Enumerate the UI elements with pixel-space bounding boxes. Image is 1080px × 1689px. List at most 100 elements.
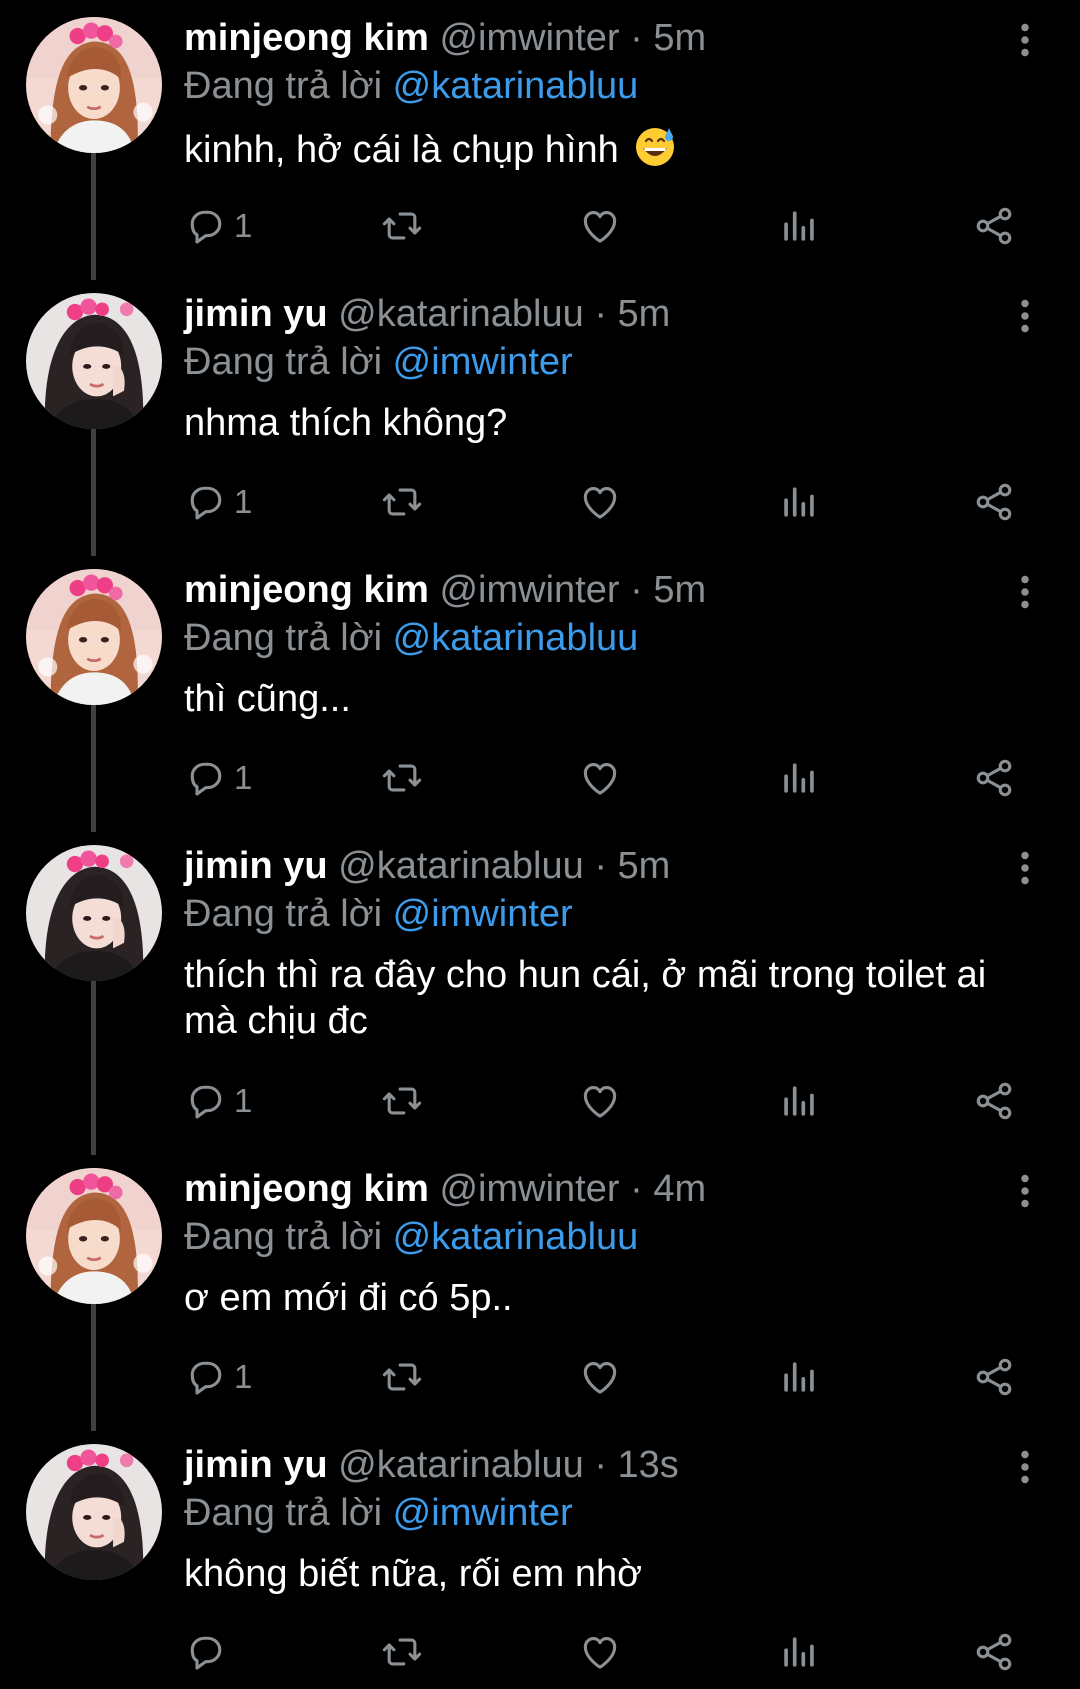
timestamp[interactable]: 13s [618,1444,679,1486]
more-options-icon[interactable] [1010,848,1040,888]
handle[interactable]: @imwinter [439,1168,619,1210]
thread-connector-line [91,150,96,280]
avatar[interactable] [26,1168,162,1304]
separator-dot: · [594,1444,607,1486]
avatar[interactable] [26,569,162,705]
jimin-avatar [26,293,162,429]
mention-link[interactable]: @imwinter [393,1492,573,1534]
tweet-header: minjeong kim @imwinter · 5m [184,566,706,614]
avatar[interactable] [26,293,162,429]
like-button[interactable] [578,477,622,527]
tweet-text-line: mà chịu đc [184,1000,368,1042]
timestamp[interactable]: 5m [618,293,671,335]
tweet-text-line: thích thì ra đây cho hun cái, ở mãi tron… [184,954,987,996]
share-button[interactable] [972,1627,1016,1677]
more-options-icon[interactable] [1010,20,1040,60]
reply-button[interactable]: 1 [184,477,252,527]
mention-link[interactable]: @imwinter [393,341,573,383]
avatar[interactable] [26,845,162,981]
tweet-header: minjeong kim @imwinter · 4m [184,1165,706,1213]
avatar[interactable] [26,1444,162,1580]
timestamp[interactable]: 5m [618,845,671,887]
bar-chart-icon [776,756,820,800]
mention-link[interactable]: @katarinabluu [393,617,639,659]
timestamp[interactable]: 4m [653,1168,706,1210]
views-button[interactable] [776,753,820,803]
display-name[interactable]: minjeong kim [184,1168,429,1210]
thread-connector-line [91,426,96,556]
display-name[interactable]: minjeong kim [184,569,429,611]
minjeong-avatar [26,17,162,153]
more-options-icon[interactable] [1010,572,1040,612]
more-options-icon[interactable] [1010,296,1040,336]
mention-link[interactable]: @imwinter [393,893,573,935]
replying-to-line: Đang trả lời @imwinter [184,338,573,386]
timestamp[interactable]: 5m [653,17,706,59]
mention-link[interactable]: @katarinabluu [393,1216,639,1258]
more-options-icon[interactable] [1010,1447,1040,1487]
tweet[interactable]: minjeong kim @imwinter · 4m Đang trả lời… [0,1151,1080,1431]
tweet[interactable]: minjeong kim @imwinter · 5m Đang trả lời… [0,552,1080,832]
action-bar: 1 [184,1352,1044,1402]
share-button[interactable] [972,753,1016,803]
minjeong-avatar [26,1168,162,1304]
handle[interactable]: @katarinabluu [338,845,584,887]
separator-dot: · [594,293,607,335]
reply-button[interactable]: 1 [184,1352,252,1402]
reply-button[interactable] [184,1627,234,1677]
tweet[interactable]: jimin yu @katarinabluu · 5m Đang trả lời… [0,276,1080,556]
views-button[interactable] [776,477,820,527]
replying-to-label: Đang trả lời [184,65,383,107]
reply-bubble-icon [184,204,228,248]
display-name[interactable]: jimin yu [184,1444,328,1486]
display-name[interactable]: minjeong kim [184,17,429,59]
tweet-text-content: kinhh, hở cái là chụp hình [184,129,619,171]
tweet[interactable]: jimin yu @katarinabluu · 5m Đang trả lời… [0,828,1080,1155]
mention-link[interactable]: @katarinabluu [393,65,639,107]
tweet[interactable]: jimin yu @katarinabluu · 13s Đang trả lờ… [0,1427,1080,1689]
retweet-button[interactable] [380,201,424,251]
like-button[interactable] [578,1627,622,1677]
retweet-button[interactable] [380,753,424,803]
views-button[interactable] [776,1352,820,1402]
like-button[interactable] [578,201,622,251]
like-button[interactable] [578,1076,622,1126]
reply-button[interactable]: 1 [184,753,252,803]
handle[interactable]: @imwinter [439,17,619,59]
reply-button[interactable]: 1 [184,1076,252,1126]
timestamp[interactable]: 5m [653,569,706,611]
reply-button[interactable]: 1 [184,201,252,251]
avatar[interactable] [26,17,162,153]
tweet-header: jimin yu @katarinabluu · 13s [184,1441,679,1489]
retweet-button[interactable] [380,1627,424,1677]
share-button[interactable] [972,1352,1016,1402]
tweet[interactable]: minjeong kim @imwinter · 5m Đang trả lời… [0,0,1080,280]
retweet-icon [380,204,424,248]
handle[interactable]: @imwinter [439,569,619,611]
handle[interactable]: @katarinabluu [338,293,584,335]
grinning-face-with-sweat-emoji [633,124,677,168]
display-name[interactable]: jimin yu [184,293,328,335]
replying-to-line: Đang trả lời @katarinabluu [184,614,638,662]
handle[interactable]: @katarinabluu [338,1444,584,1486]
retweet-button[interactable] [380,1076,424,1126]
separator-dot: · [630,1168,643,1210]
more-options-icon[interactable] [1010,1171,1040,1211]
share-button[interactable] [972,1076,1016,1126]
share-icon [972,1079,1016,1123]
views-button[interactable] [776,1076,820,1126]
replying-to-line: Đang trả lời @imwinter [184,890,573,938]
reply-count: 1 [234,1082,253,1119]
like-button[interactable] [578,753,622,803]
display-name[interactable]: jimin yu [184,845,328,887]
like-button[interactable] [578,1352,622,1402]
share-button[interactable] [972,201,1016,251]
retweet-button[interactable] [380,1352,424,1402]
views-button[interactable] [776,201,820,251]
views-button[interactable] [776,1627,820,1677]
tweet-text-content: ơ em mới đi có 5p.. [184,1277,513,1319]
share-button[interactable] [972,477,1016,527]
thread-connector-line [91,1301,96,1431]
reply-bubble-icon [184,1079,228,1123]
retweet-button[interactable] [380,477,424,527]
